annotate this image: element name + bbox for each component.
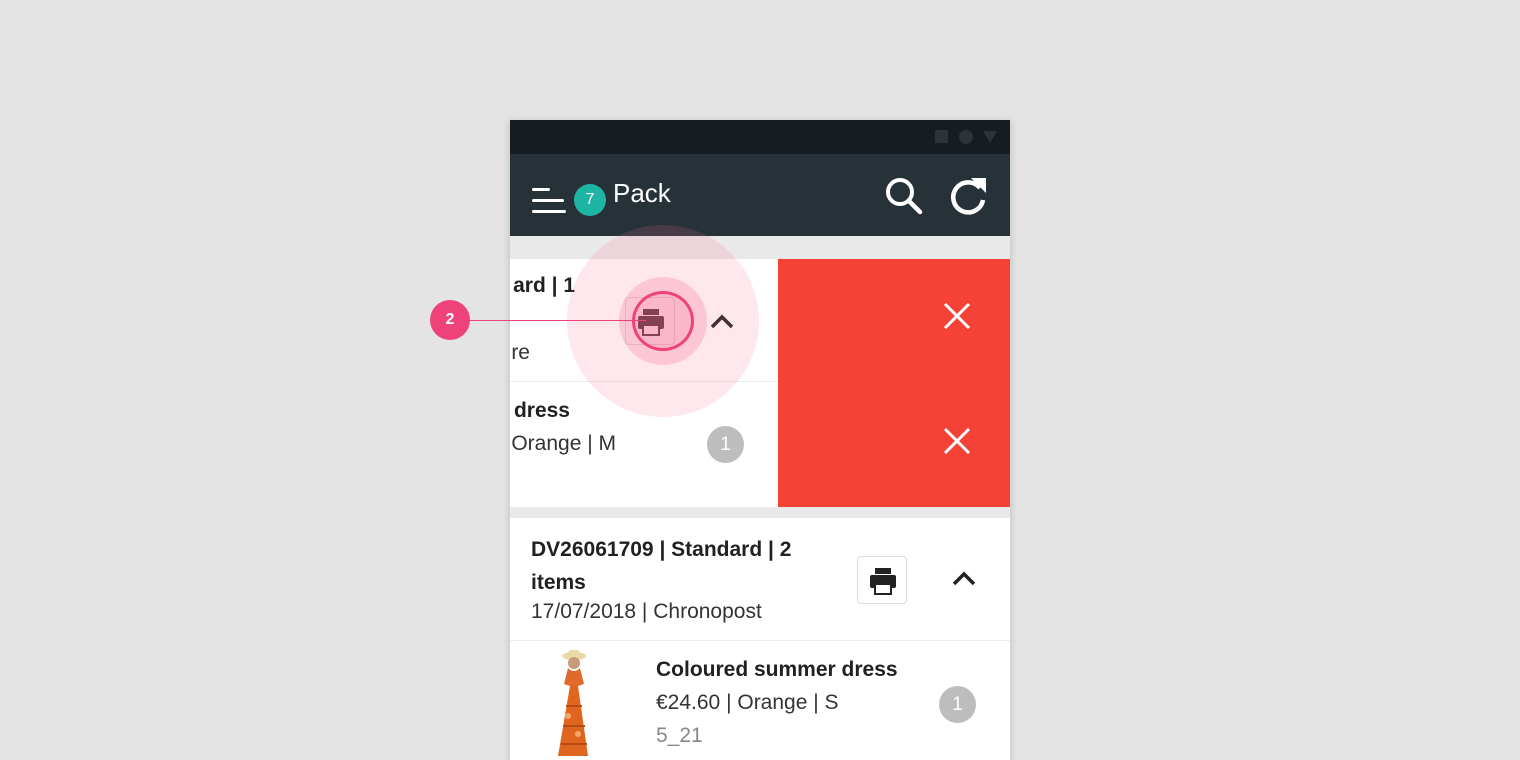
refresh-icon[interactable] (946, 174, 990, 218)
print-button[interactable] (857, 556, 907, 604)
order-header-line: items (531, 571, 586, 594)
search-icon[interactable] (882, 174, 926, 218)
swipe-delete-area (778, 259, 1010, 507)
signal-icon (983, 131, 997, 143)
item-detail: Orange | M (511, 432, 616, 455)
product-thumbnail (558, 650, 588, 756)
quantity-badge: 1 (707, 426, 744, 463)
item-name: dress (513, 399, 570, 422)
status-bar (510, 120, 1010, 154)
menu-line (532, 188, 550, 191)
close-icon[interactable] (939, 423, 975, 459)
notification-badge: 7 (574, 184, 606, 216)
home-icon (959, 130, 973, 144)
chevron-up-icon[interactable] (944, 564, 984, 594)
close-icon[interactable] (939, 298, 975, 334)
list-gap (510, 236, 1010, 259)
item-detail: €24.60 | Orange | S (656, 691, 839, 714)
order-header: DV26061709 | Standard | 2 items (531, 533, 831, 599)
divider (510, 640, 1010, 641)
page-title: Pack (613, 178, 671, 208)
app-bar: 7 Pack (510, 154, 1010, 236)
annotation-marker: 2 (430, 300, 470, 340)
menu-icon[interactable]: 7 (532, 176, 606, 216)
order-meta: 17/07/2018 | Chronopost (531, 600, 762, 623)
print-icon (870, 568, 896, 595)
menu-line (532, 210, 566, 213)
item-sku: 5_21 (656, 724, 703, 747)
order-header: ard | 1 (513, 274, 575, 297)
touch-highlight-ring (632, 291, 694, 351)
quantity-badge: 1 (939, 686, 976, 723)
recents-icon (935, 130, 948, 143)
annotation-line (470, 320, 646, 321)
order-header-line: DV26061709 | Standard | 2 (531, 538, 792, 561)
list-gap (510, 507, 1010, 518)
menu-line (532, 199, 564, 202)
order-card[interactable]: DV26061709 | Standard | 2 items 17/07/20… (510, 518, 1010, 760)
order-carrier: re (511, 341, 530, 364)
phone-screen: 7 Pack ard | 1 re dress Orange | M 1 DV2… (510, 120, 1010, 760)
item-name: Coloured summer dress (656, 658, 898, 681)
